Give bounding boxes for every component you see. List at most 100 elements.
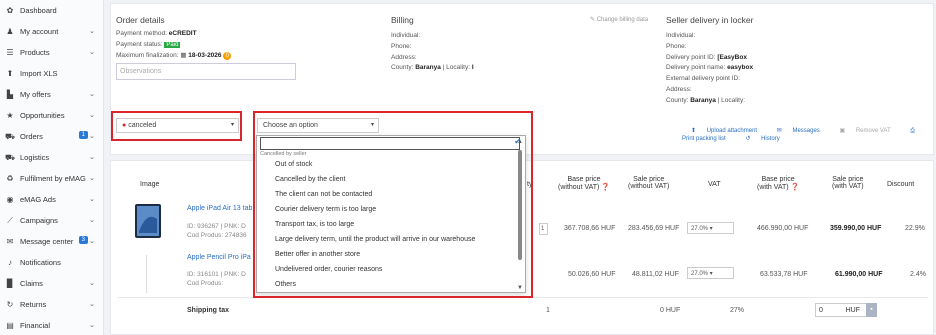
sidebar-item-label: Logistics xyxy=(20,153,50,162)
chevron-down-icon: ⌄ xyxy=(89,238,95,245)
envelope-icon: ✉ xyxy=(776,128,782,134)
col-sale-price-vat-label: Sale price xyxy=(832,176,864,183)
envelope-icon: ✉ xyxy=(6,236,14,246)
col-sale-price-label: Sale price xyxy=(633,176,665,183)
highlight-status xyxy=(111,111,242,141)
sidebar-item-message-center[interactable]: ✉ Message center 3 ⌄ xyxy=(0,231,103,252)
shipping-save-button[interactable]: ▪ xyxy=(866,303,877,317)
history-link[interactable]: ↺ History xyxy=(736,136,779,142)
sidebar-item-label: Products xyxy=(20,48,50,57)
sidebar: ✿ Dashboard ♟ My account ⌄ ☰ Products ⌄ ⬆ Impo… xyxy=(0,0,104,335)
history-icon: ↺ xyxy=(745,136,751,142)
delivery-external-id: External delivery point ID: xyxy=(666,75,741,82)
product-link[interactable]: Apple Pencil Pro iPa xyxy=(187,254,251,261)
sidebar-item-orders[interactable]: ⛟ Orders 1 ⌄ xyxy=(0,126,103,147)
col-vat: VAT xyxy=(708,181,721,188)
messages-label: Messages xyxy=(792,128,820,134)
discount-value: 2.4% xyxy=(910,271,926,278)
sidebar-item-label: Notifications xyxy=(20,258,61,267)
bell-icon: ♪ xyxy=(8,257,12,267)
chevron-down-icon: ⌄ xyxy=(89,217,95,224)
sidebar-item-label: Fulfilment by eMAG xyxy=(20,174,86,183)
delivery-locality-label: | Locality: xyxy=(717,97,746,104)
vat-value: 27.0% xyxy=(691,271,709,277)
col-sale-price-sub: (without VAT) xyxy=(628,183,670,190)
sidebar-item-my-account[interactable]: ♟ My account ⌄ xyxy=(0,21,103,42)
vat-select[interactable]: 27.0% ▾ xyxy=(687,222,734,234)
user-icon: ♟ xyxy=(6,26,14,36)
vat-select[interactable]: 27.0% ▾ xyxy=(687,267,734,279)
list-icon: ☰ xyxy=(6,47,14,57)
shipping-qty: 1 xyxy=(546,307,550,314)
delivery-address: Address: xyxy=(666,86,692,93)
change-billing-link[interactable]: ✎ Change billing data xyxy=(590,16,648,25)
sidebar-item-campaigns[interactable]: ⟋ Campaigns ⌄ xyxy=(0,210,103,231)
chevron-down-icon: ⌄ xyxy=(89,112,95,119)
fulfilment-icon: ♻ xyxy=(6,173,14,183)
delivery-point-name-label: Delivery point name: xyxy=(666,64,726,71)
delivery-point-name: Delivery point name: easybox xyxy=(666,63,753,72)
print-icon: ⎙ xyxy=(910,128,915,134)
sidebar-item-claims[interactable]: ▉ Claims ⌄ xyxy=(0,273,103,294)
sidebar-item-label: Import XLS xyxy=(20,69,58,78)
sidebar-item-logistics[interactable]: ⛟ Logistics ⌄ xyxy=(0,147,103,168)
sidebar-item-notifications[interactable]: ♪ Notifications xyxy=(0,252,103,273)
sidebar-item-label: Financial xyxy=(20,321,51,330)
sidebar-item-label: My offers xyxy=(20,90,51,99)
remove-icon: ▣ xyxy=(839,128,846,134)
sidebar-item-label: My account xyxy=(20,27,59,36)
base-price-no-vat: 367.708,66 HUF xyxy=(564,225,616,232)
col-base-price-sub: (without VAT) ❓ xyxy=(558,183,610,191)
payment-method-label: Payment method: xyxy=(116,30,167,37)
trend-icon: ⟋ xyxy=(7,215,13,225)
print-label: Print packing list xyxy=(682,136,726,142)
chevron-down-icon: ⌄ xyxy=(89,154,95,161)
sidebar-item-returns[interactable]: ↻ Returns ⌄ xyxy=(0,294,103,315)
order-details-title: Order details xyxy=(116,15,165,25)
col-base-price-label: Base price xyxy=(567,176,601,183)
messages-link[interactable]: ✉ Messages xyxy=(768,128,820,134)
delivery-point-id: Delivery point ID: [EasyBox xyxy=(666,53,747,62)
sidebar-item-financial[interactable]: ▤ Financial ⌄ xyxy=(0,315,103,335)
observations-input[interactable]: Observations xyxy=(116,63,296,80)
delivery-county: County: Baranya | Locality: xyxy=(666,96,745,105)
history-label: History xyxy=(761,136,780,142)
sidebar-item-fulfilment[interactable]: ♻ Fulfilment by eMAG ⌄ xyxy=(0,168,103,189)
remove-vat-link[interactable]: ▣ Remove VAT xyxy=(830,128,890,134)
highlight-cancel-reason xyxy=(253,111,533,298)
change-billing-label: Change billing data xyxy=(596,17,649,23)
sidebar-item-opportunities[interactable]: ★ Opportunities ⌄ xyxy=(0,105,103,126)
sidebar-item-import-xls[interactable]: ⬆ Import XLS xyxy=(0,63,103,84)
billing-title: Billing xyxy=(391,15,414,25)
sidebar-item-my-offers[interactable]: ▙ My offers ⌄ xyxy=(0,84,103,105)
max-finalization: Maximum finalization: ▦ 18-03-2026 0 xyxy=(116,51,232,60)
product-id: ID: 316101 | PNK: D xyxy=(187,271,246,278)
shipping-vat: 27% xyxy=(730,307,745,314)
help-icon: ❓ xyxy=(601,184,611,191)
delivery-county-label: County: xyxy=(666,97,689,104)
chart-icon: ▙ xyxy=(6,89,14,99)
sidebar-item-label: Returns xyxy=(20,300,47,309)
max-finalization-label: Maximum finalization: xyxy=(116,52,179,59)
dashboard-icon: ✿ xyxy=(6,5,14,15)
without-vat-label: (without VAT) xyxy=(558,184,600,191)
calendar-icon: ▦ xyxy=(180,52,187,59)
delivery-point-id-value: [EasyBox xyxy=(717,54,747,61)
col-image: Image xyxy=(140,181,160,188)
remove-vat-label: Remove VAT xyxy=(855,128,891,134)
product-link[interactable]: Apple iPad Air 13 tab xyxy=(187,205,252,212)
quantity-input[interactable]: 1 xyxy=(539,223,548,235)
sidebar-item-label: Dashboard xyxy=(20,6,57,15)
chevron-down-icon: ⌄ xyxy=(89,280,95,287)
vat-value: 27.0% xyxy=(691,226,709,232)
shipping-price: 0 HUF xyxy=(660,307,681,314)
base-price-no-vat: 50.026,60 HUF xyxy=(568,271,616,278)
sidebar-item-dashboard[interactable]: ✿ Dashboard xyxy=(0,0,103,21)
square-icon: ▪ xyxy=(870,306,873,313)
messages-badge: 3 xyxy=(78,236,88,244)
sidebar-item-products[interactable]: ☰ Products ⌄ xyxy=(0,42,103,63)
upload-attachment-link[interactable]: ⬆ Upload attachment xyxy=(682,128,757,134)
col-base-price-vat-sub: (with VAT) ❓ xyxy=(757,183,799,191)
cart-icon: ⛟ xyxy=(5,131,16,141)
sidebar-item-emag-ads[interactable]: ◉ eMAG Ads ⌄ xyxy=(0,189,103,210)
